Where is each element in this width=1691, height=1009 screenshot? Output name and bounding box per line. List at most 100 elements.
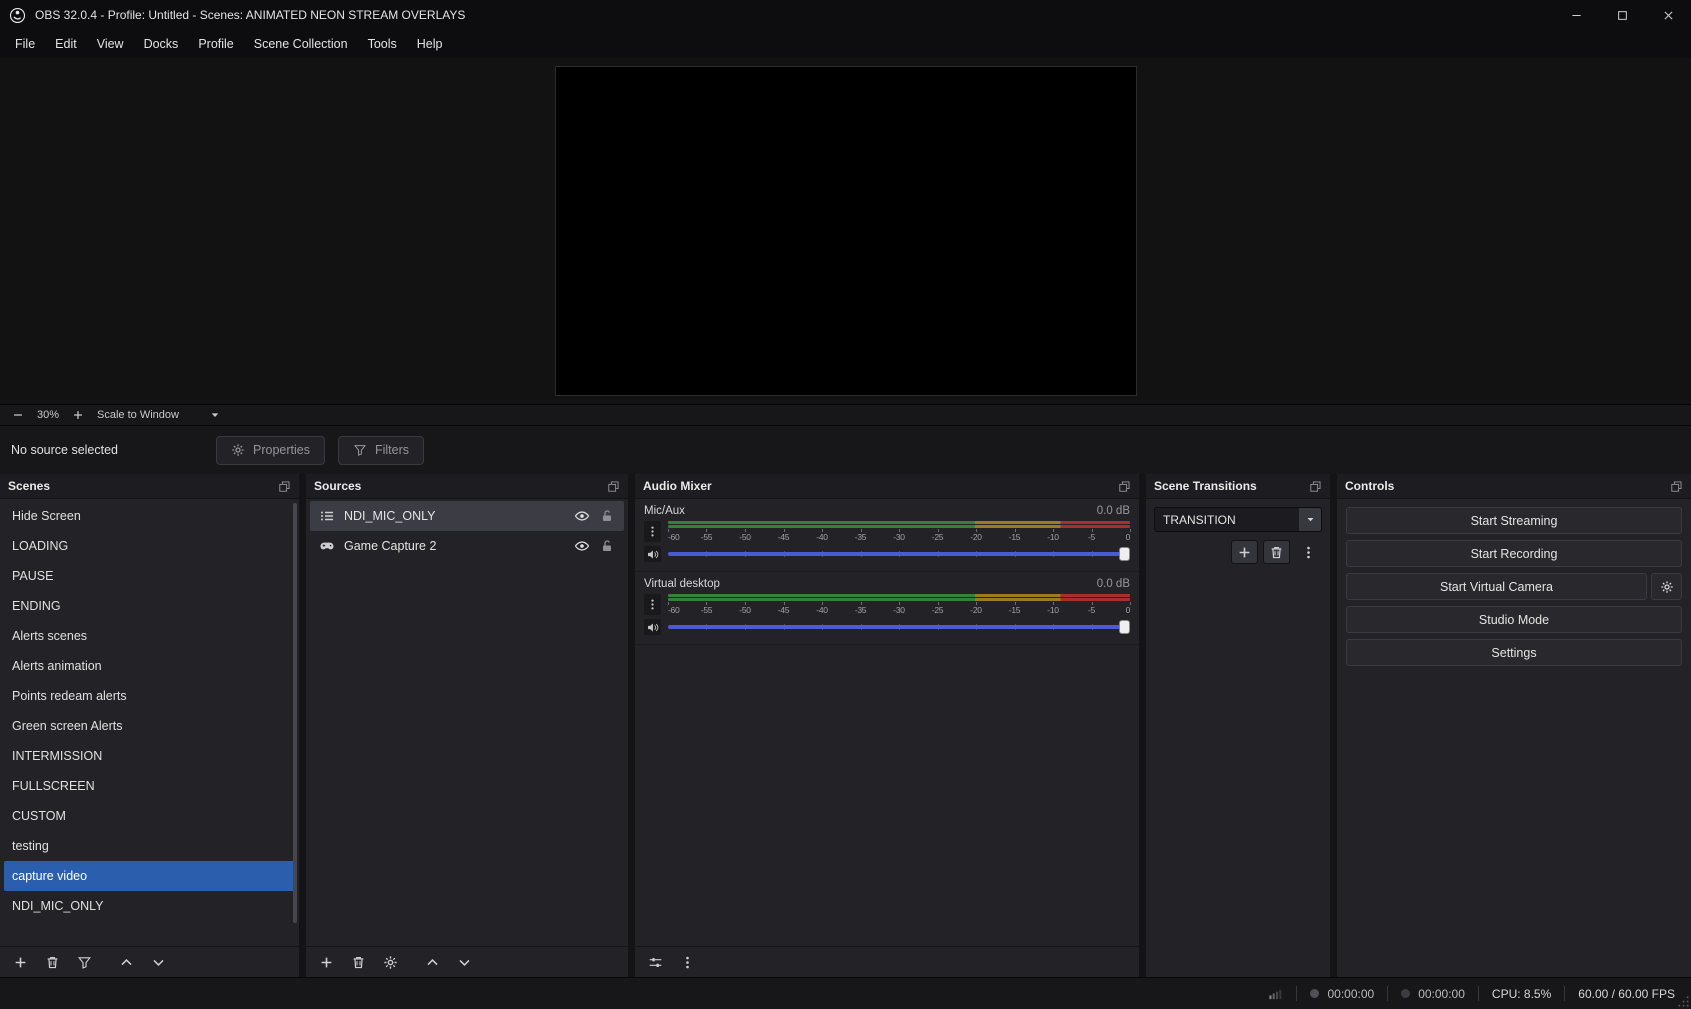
trash-icon <box>45 955 60 970</box>
scale-mode-select[interactable]: Scale to Window <box>97 409 221 421</box>
scene-item[interactable]: Points redeam alerts <box>4 681 295 711</box>
menu-file[interactable]: File <box>5 32 45 56</box>
fps-indicator: 60.00 / 60.00 FPS <box>1578 986 1675 1001</box>
move-down-button[interactable] <box>451 951 477 974</box>
scene-item[interactable]: FULLSCREEN <box>4 771 295 801</box>
add-button[interactable] <box>313 951 339 974</box>
more-button[interactable] <box>1295 540 1322 564</box>
start-recording-button[interactable]: Start Recording <box>1346 540 1682 567</box>
volume-slider-handle[interactable] <box>1119 547 1130 561</box>
more-button[interactable] <box>674 951 700 974</box>
trash-icon <box>351 955 366 970</box>
remove-button[interactable] <box>39 951 65 974</box>
streaming-dot-icon <box>1401 989 1411 998</box>
visibility-icon[interactable] <box>574 508 590 524</box>
remove-button[interactable] <box>1263 540 1290 564</box>
menu-bar: File Edit View Docks Profile Scene Collection… <box>0 30 1691 58</box>
scene-item[interactable]: NDI_MIC_ONLY <box>4 891 295 921</box>
filter-icon <box>353 443 367 457</box>
menu-edit[interactable]: Edit <box>45 32 87 56</box>
meter-scale-label: -45 <box>777 531 790 542</box>
volume-slider[interactable] <box>668 619 1130 635</box>
dock-popout-icon[interactable] <box>278 480 291 493</box>
scene-item[interactable]: Hide Screen <box>4 501 295 531</box>
channel-options-button[interactable] <box>644 594 661 615</box>
resize-grip[interactable] <box>1677 995 1690 1008</box>
move-up-button[interactable] <box>419 951 445 974</box>
visibility-icon[interactable] <box>574 538 590 554</box>
scene-item[interactable]: Green screen Alerts <box>4 711 295 741</box>
mute-button[interactable] <box>644 546 661 562</box>
menu-profile[interactable]: Profile <box>188 32 243 56</box>
start-virtual-camera-button[interactable]: Start Virtual Camera <box>1346 573 1647 600</box>
chevron-down-icon <box>209 409 221 421</box>
dock-popout-icon[interactable] <box>1309 480 1322 493</box>
virtual-camera-config-button[interactable] <box>1651 573 1682 600</box>
properties-button[interactable]: Properties <box>216 435 325 465</box>
transitions-toolbar <box>1154 540 1322 564</box>
source-item[interactable]: Game Capture 2 <box>310 531 624 561</box>
meter-scale-label: -15 <box>1008 531 1021 542</box>
close-icon <box>1663 10 1674 21</box>
title-bar: OBS 32.0.4 - Profile: Untitled - Scenes:… <box>0 0 1691 30</box>
transition-select[interactable]: TRANSITION <box>1154 507 1322 532</box>
meter-scale-label: -5 <box>1088 531 1095 542</box>
scene-item[interactable]: Alerts animation <box>4 651 295 681</box>
advanced-audio-button[interactable] <box>642 951 668 974</box>
zoom-out-button[interactable] <box>12 409 24 421</box>
dock-popout-icon[interactable] <box>1118 480 1131 493</box>
maximize-button[interactable] <box>1599 0 1645 30</box>
menu-scene-collection[interactable]: Scene Collection <box>244 32 358 56</box>
source-item[interactable]: NDI_MIC_ONLY <box>310 501 624 531</box>
lock-icon[interactable] <box>599 538 615 554</box>
start-streaming-button[interactable]: Start Streaming <box>1346 507 1682 534</box>
scene-item[interactable]: INTERMISSION <box>4 741 295 771</box>
scene-item[interactable]: CUSTOM <box>4 801 295 831</box>
studio-mode-button[interactable]: Studio Mode <box>1346 606 1682 633</box>
volume-slider[interactable] <box>668 546 1130 562</box>
filters-button[interactable] <box>71 951 97 974</box>
channel-options-button[interactable] <box>644 521 661 542</box>
close-button[interactable] <box>1645 0 1691 30</box>
remove-button[interactable] <box>345 951 371 974</box>
properties-button[interactable] <box>377 951 403 974</box>
streaming-timer: 00:00:00 <box>1401 987 1465 1001</box>
mute-button[interactable] <box>644 619 661 635</box>
move-up-button[interactable] <box>113 951 139 974</box>
move-down-button[interactable] <box>145 951 171 974</box>
meter-scale-label: -35 <box>854 531 867 542</box>
scene-item[interactable]: PAUSE <box>4 561 295 591</box>
obs-logo-icon <box>9 7 26 24</box>
zoom-in-button[interactable] <box>72 409 84 421</box>
scrollbar-thumb[interactable] <box>293 503 297 924</box>
scene-item[interactable]: Alerts scenes <box>4 621 295 651</box>
transition-dropdown-button[interactable] <box>1299 508 1321 531</box>
source-name: Game Capture 2 <box>344 539 437 553</box>
add-button[interactable] <box>7 951 33 974</box>
filters-button[interactable]: Filters <box>337 435 425 465</box>
menu-tools[interactable]: Tools <box>358 32 407 56</box>
menu-docks[interactable]: Docks <box>134 32 189 56</box>
dock-popout-icon[interactable] <box>607 480 620 493</box>
scene-item[interactable]: ENDING <box>4 591 295 621</box>
settings-button[interactable]: Settings <box>1346 639 1682 666</box>
scene-item[interactable]: LOADING <box>4 531 295 561</box>
scene-item[interactable]: capture video <box>4 861 295 891</box>
menu-view[interactable]: View <box>87 32 134 56</box>
menu-help[interactable]: Help <box>407 32 453 56</box>
lock-icon[interactable] <box>599 508 615 524</box>
dots-icon <box>680 955 695 970</box>
minimize-button[interactable] <box>1553 0 1599 30</box>
window-controls <box>1553 0 1691 30</box>
meter-scale-label: -10 <box>1047 531 1059 542</box>
scene-item[interactable]: testing <box>4 831 295 861</box>
volume-slider-handle[interactable] <box>1119 620 1130 634</box>
preview-canvas[interactable] <box>554 66 1137 396</box>
channel-name: Mic/Aux <box>644 505 685 517</box>
add-button[interactable] <box>1231 540 1258 564</box>
channel-level-db: 0.0 dB <box>1096 578 1130 590</box>
meter-scale-label: -20 <box>970 604 982 615</box>
controls-buttons: Start Streaming Start Recording Start Virt… <box>1337 499 1691 674</box>
controls-panel-title: Controls <box>1345 479 1395 493</box>
dock-popout-icon[interactable] <box>1670 480 1683 493</box>
